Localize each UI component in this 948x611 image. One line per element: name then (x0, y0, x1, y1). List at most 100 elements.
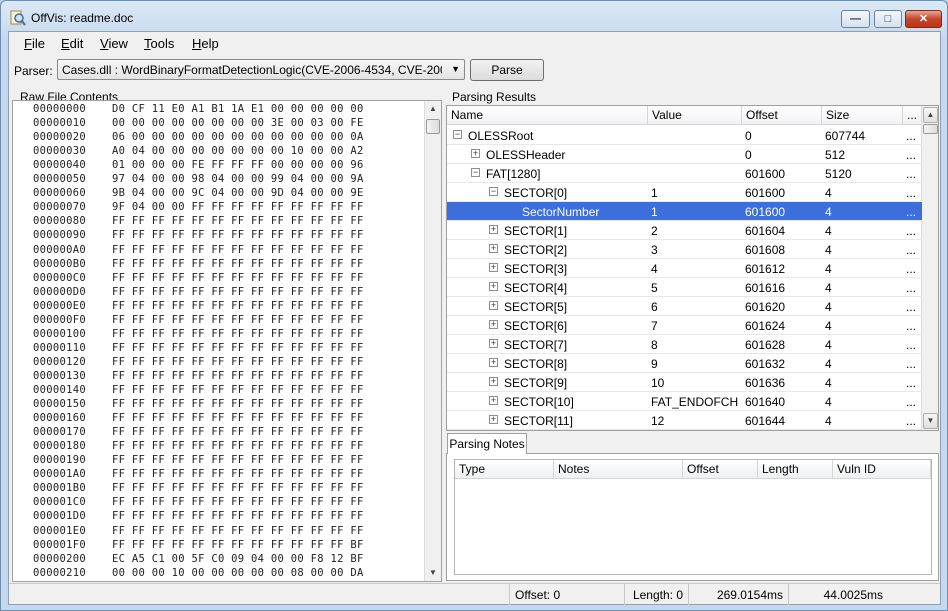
expand-icon[interactable]: + (471, 149, 480, 158)
title-bar[interactable]: OffVis: readme.doc — □ ✕ (1, 1, 947, 31)
notes-header-offset[interactable]: Offset (683, 460, 758, 479)
hex-bytes[interactable]: FF FF FF FF FF FF FF FF FF FF FF FF FF (112, 482, 364, 494)
tree-row[interactable]: + SECTOR[9] 10 601636 4... (447, 373, 922, 392)
scroll-down-icon[interactable]: ▼ (425, 565, 441, 581)
hex-bytes[interactable]: FF FF FF FF FF FF FF FF FF FF FF FF FF (112, 370, 364, 382)
tab-parsing-notes[interactable]: Parsing Notes (447, 433, 527, 454)
close-button[interactable]: ✕ (905, 10, 942, 28)
menu-edit[interactable]: Edit (61, 36, 83, 51)
parsing-notes-grid[interactable]: Type Notes Offset Length Vuln ID (454, 459, 932, 575)
expand-icon[interactable]: + (489, 225, 498, 234)
hex-bytes[interactable]: 9F 04 00 00 FF FF FF FF FF FF FF FF FF (112, 201, 364, 213)
maximize-button[interactable]: □ (874, 10, 902, 28)
hex-bytes[interactable]: FF FF FF FF FF FF FF FF FF FF FF FF FF (112, 398, 364, 410)
hex-bytes[interactable]: 06 00 00 00 00 00 00 00 00 00 00 00 0A (112, 131, 364, 143)
column-header-size[interactable]: Size (822, 106, 903, 125)
notes-header-notes[interactable]: Notes (554, 460, 683, 479)
hex-bytes[interactable]: FF FF FF FF FF FF FF FF FF FF FF FF FF (112, 342, 364, 354)
expand-icon[interactable]: + (489, 415, 498, 424)
notes-header-type[interactable]: Type (455, 460, 554, 479)
expand-icon[interactable]: + (489, 377, 498, 386)
scroll-down-icon[interactable]: ▼ (923, 413, 938, 429)
hex-bytes[interactable]: FF FF FF FF FF FF FF FF FF FF FF FF FF (112, 286, 364, 298)
hex-bytes[interactable]: 01 00 00 00 FE FF FF FF 00 00 00 00 96 (112, 159, 364, 171)
dropdown-arrow-icon[interactable]: ▼ (451, 64, 460, 74)
results-vertical-scrollbar[interactable]: ▲ ▼ (921, 106, 938, 430)
menu-view[interactable]: View (100, 36, 128, 51)
raw-vertical-scrollbar[interactable]: ▲ ▼ (424, 101, 441, 581)
tree-row[interactable]: + SECTOR[2] 3 601608 4... (447, 240, 922, 259)
menu-help[interactable]: Help (192, 36, 219, 51)
hex-bytes[interactable]: FF FF FF FF FF FF FF FF FF FF FF FF FF (112, 356, 364, 368)
column-header-offset[interactable]: Offset (742, 106, 822, 125)
hex-bytes[interactable]: 00 00 00 10 00 00 00 00 00 08 00 00 DA (112, 567, 364, 579)
tree-row[interactable]: + SECTOR[1] 2 601604 4... (447, 221, 922, 240)
notes-header-length[interactable]: Length (758, 460, 833, 479)
tree-row[interactable]: + OLESSHeader 0 512... (447, 145, 922, 164)
hex-bytes[interactable]: FF FF FF FF FF FF FF FF FF FF FF FF FF (112, 229, 364, 241)
hex-bytes[interactable]: FF FF FF FF FF FF FF FF FF FF FF FF FF (112, 412, 364, 424)
minimize-button[interactable]: — (841, 10, 870, 28)
scroll-thumb[interactable] (426, 119, 440, 134)
expand-icon[interactable]: + (489, 244, 498, 253)
expand-icon[interactable]: + (489, 282, 498, 291)
hex-bytes[interactable]: FF FF FF FF FF FF FF FF FF FF FF FF FF (112, 525, 364, 537)
scroll-thumb[interactable] (923, 124, 938, 134)
collapse-icon[interactable]: − (489, 187, 498, 196)
column-header-more[interactable]: ... (903, 106, 923, 125)
tree-row[interactable]: + SECTOR[11] 12 601644 4... (447, 411, 922, 430)
tree-row[interactable]: − FAT[1280] 601600 5120... (447, 164, 922, 183)
hex-bytes[interactable]: FF FF FF FF FF FF FF FF FF FF FF FF FF (112, 440, 364, 452)
expand-icon[interactable]: + (489, 320, 498, 329)
tree-row[interactable]: + SECTOR[7] 8 601628 4... (447, 335, 922, 354)
hex-bytes[interactable]: 9B 04 00 00 9C 04 00 00 9D 04 00 00 9E (112, 187, 364, 199)
expand-icon[interactable]: + (489, 301, 498, 310)
tree-row[interactable]: − SECTOR[0] 1 601600 4... (447, 183, 922, 202)
hex-bytes[interactable]: FF FF FF FF FF FF FF FF FF FF FF FF FF (112, 454, 364, 466)
hex-bytes[interactable]: FF FF FF FF FF FF FF FF FF FF FF FF FF (112, 510, 364, 522)
parser-select[interactable]: Cases.dll : WordBinaryFormatDetectionLog… (57, 59, 465, 80)
tree-row[interactable]: + SECTOR[8] 9 601632 4... (447, 354, 922, 373)
scroll-up-icon[interactable]: ▲ (923, 107, 938, 123)
hex-bytes[interactable]: 00 00 00 00 00 00 00 00 3E 00 03 00 FE (112, 117, 364, 129)
scroll-up-icon[interactable]: ▲ (425, 101, 441, 117)
hex-bytes[interactable]: FF FF FF FF FF FF FF FF FF FF FF FF FF (112, 496, 364, 508)
hex-bytes[interactable]: FF FF FF FF FF FF FF FF FF FF FF FF FF (112, 258, 364, 270)
tree-row[interactable]: + SECTOR[5] 6 601620 4... (447, 297, 922, 316)
hex-bytes[interactable]: FF FF FF FF FF FF FF FF FF FF FF FF FF (112, 215, 364, 227)
parsing-results-tree[interactable]: Name Value Offset Size ... ▲ ▼ − OLESSRoo… (446, 105, 939, 431)
collapse-icon[interactable]: − (471, 168, 480, 177)
tree-row[interactable]: − OLESSRoot 0 607744... (447, 126, 922, 145)
menu-file[interactable]: File (24, 36, 45, 51)
hex-bytes[interactable]: EC A5 C1 00 5F C0 09 04 00 00 F8 12 BF (112, 553, 364, 565)
tree-row[interactable]: + SECTOR[4] 5 601616 4... (447, 278, 922, 297)
hex-bytes[interactable]: FF FF FF FF FF FF FF FF FF FF FF FF FF (112, 328, 364, 340)
hex-bytes[interactable]: FF FF FF FF FF FF FF FF FF FF FF FF FF (112, 384, 364, 396)
tree-row[interactable]: + SECTOR[10] FAT_ENDOFCH... 601640 4... (447, 392, 922, 411)
expand-icon[interactable]: + (489, 358, 498, 367)
hex-bytes[interactable]: FF FF FF FF FF FF FF FF FF FF FF FF FF (112, 300, 364, 312)
parse-button[interactable]: Parse (470, 59, 544, 81)
tree-row[interactable]: + SECTOR[3] 4 601612 4... (447, 259, 922, 278)
notes-header-vuln-id[interactable]: Vuln ID (833, 460, 931, 479)
collapse-icon[interactable]: − (453, 130, 462, 139)
menu-tools[interactable]: Tools (144, 36, 174, 51)
hex-bytes[interactable]: FF FF FF FF FF FF FF FF FF FF FF FF FF (112, 314, 364, 326)
expand-icon[interactable]: + (489, 339, 498, 348)
expand-icon[interactable]: + (489, 263, 498, 272)
hex-bytes[interactable]: A0 04 00 00 00 00 00 00 00 10 00 00 A2 (112, 145, 364, 157)
hex-bytes[interactable]: 97 04 00 00 98 04 00 00 99 04 00 00 9A (112, 173, 364, 185)
hex-bytes[interactable]: FF FF FF FF FF FF FF FF FF FF FF FF FF (112, 272, 364, 284)
tree-row[interactable]: + SECTOR[6] 7 601624 4... (447, 316, 922, 335)
hex-bytes[interactable]: FF FF FF FF FF FF FF FF FF FF FF FF FF (112, 426, 364, 438)
hex-bytes[interactable]: FF FF FF FF FF FF FF FF FF FF FF FF FF (112, 244, 364, 256)
tree-row-selected[interactable]: SectorNumber 1 601600 4... (447, 202, 922, 221)
column-header-name[interactable]: Name (447, 106, 648, 125)
hex-bytes[interactable]: FF FF FF FF FF FF FF FF FF FF FF FF FF (112, 468, 364, 480)
hex-offset: 000001D0 (33, 510, 86, 523)
column-header-value[interactable]: Value (648, 106, 742, 125)
expand-icon[interactable]: + (489, 396, 498, 405)
raw-hex-view[interactable]: ▲ ▼ 00000000 D0 CF 11 E0 A1 B1 1A E1 00 0… (12, 100, 442, 582)
hex-bytes[interactable]: D0 CF 11 E0 A1 B1 1A E1 00 00 00 00 00 (112, 103, 364, 115)
hex-bytes[interactable]: FF FF FF FF FF FF FF FF FF FF FF FF BF (112, 539, 364, 551)
